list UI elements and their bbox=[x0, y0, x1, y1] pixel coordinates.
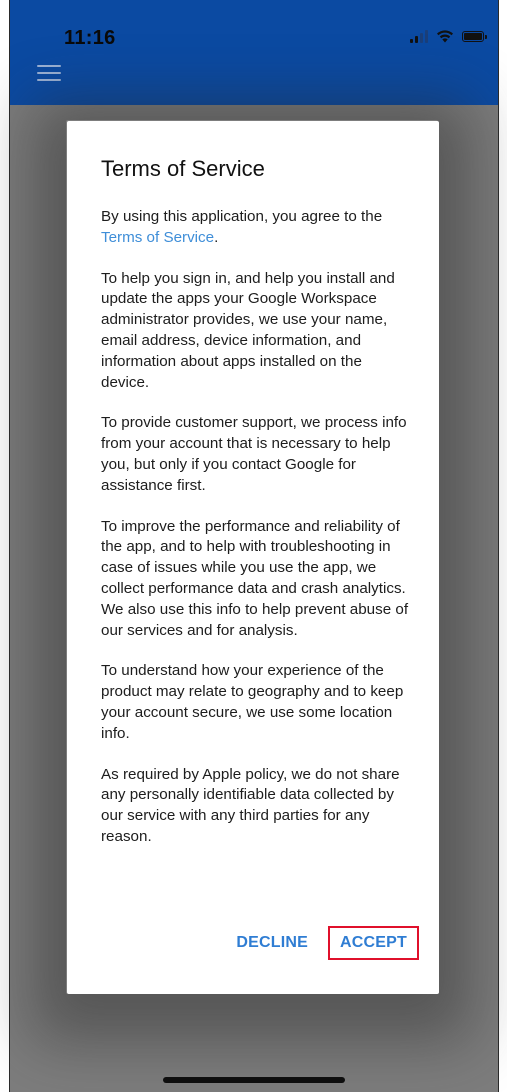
status-time: 11:16 bbox=[64, 27, 116, 49]
dialog-body: By using this application, you agree to … bbox=[101, 207, 409, 848]
paragraph-performance: To improve the performance and reliabili… bbox=[101, 517, 409, 639]
paragraph-sign-in: To help you sign in, and help you instal… bbox=[101, 269, 395, 391]
signal-icon bbox=[410, 29, 428, 43]
hamburger-menu-icon[interactable] bbox=[37, 65, 61, 81]
intro-paragraph: By using this application, you agree to … bbox=[101, 207, 409, 249]
status-icons bbox=[410, 27, 487, 45]
paragraph-apple-policy: As required by Apple policy, we do not s… bbox=[101, 765, 400, 845]
intro-text: By using this application, you agree to … bbox=[101, 208, 383, 225]
dialog-title: Terms of Service bbox=[101, 156, 265, 181]
decline-button[interactable]: DECLINE bbox=[224, 926, 320, 960]
home-indicator[interactable] bbox=[163, 1077, 345, 1083]
battery-icon bbox=[462, 30, 487, 42]
paragraph-customer-support: To provide customer support, we process … bbox=[101, 414, 407, 494]
dialog-actions: DECLINE ACCEPT bbox=[224, 926, 419, 960]
app-toolbar: 11:16 bbox=[10, 0, 498, 105]
terms-of-service-dialog: Terms of Service By using this applicati… bbox=[67, 121, 439, 994]
terms-of-service-link[interactable]: Terms of Service bbox=[101, 229, 214, 246]
paragraph-location: To understand how your experience of the… bbox=[101, 662, 404, 742]
accept-button[interactable]: ACCEPT bbox=[328, 926, 419, 960]
wifi-icon bbox=[437, 30, 453, 43]
intro-suffix: . bbox=[214, 228, 219, 246]
